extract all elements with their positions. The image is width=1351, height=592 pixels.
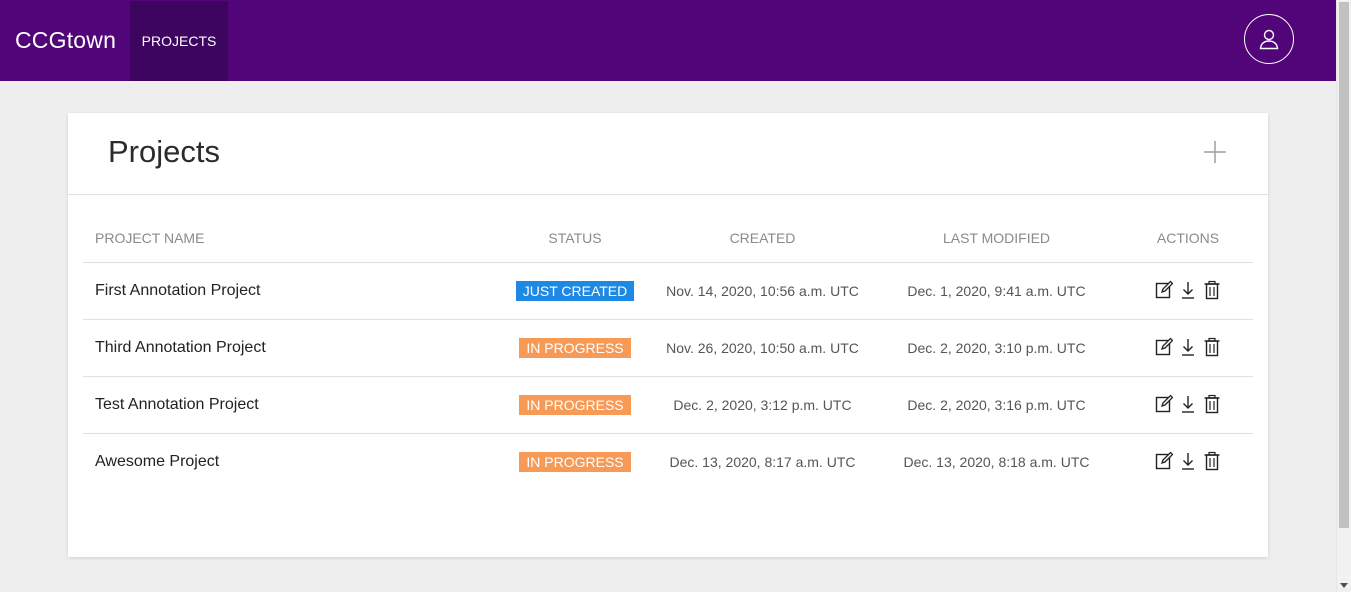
table-row: Awesome Project IN PROGRESS Dec. 13, 202…: [83, 434, 1253, 491]
table-row: Test Annotation Project IN PROGRESS Dec.…: [83, 376, 1253, 434]
actions-cell: [1123, 319, 1253, 377]
status-cell: IN PROGRESS: [495, 376, 655, 434]
download-icon[interactable]: [1179, 451, 1197, 471]
table-row: Third Annotation Project IN PROGRESS Nov…: [83, 319, 1253, 377]
edit-icon[interactable]: [1155, 280, 1173, 300]
user-menu-button[interactable]: [1244, 14, 1294, 64]
status-cell: JUST CREATED: [495, 262, 655, 320]
created-date: Dec. 2, 2020, 3:12 p.m. UTC: [655, 376, 870, 434]
trash-icon[interactable]: [1203, 394, 1221, 414]
last-modified-date: Dec. 13, 2020, 8:18 a.m. UTC: [903, 454, 1090, 470]
projects-card: Projects PROJECT NAME STATUS CREATED LAS…: [68, 113, 1268, 557]
card-header: Projects: [68, 113, 1268, 195]
last-modified-date: Dec. 1, 2020, 9:41 a.m. UTC: [870, 262, 1123, 320]
status-badge: JUST CREATED: [515, 281, 635, 301]
page-scrollbar[interactable]: [1336, 0, 1351, 592]
top-app-bar: CCGtown PROJECTS: [0, 0, 1336, 81]
user-icon: [1259, 29, 1279, 50]
created-date: Dec. 13, 2020, 8:17 a.m. UTC: [669, 454, 856, 470]
status-cell: IN PROGRESS: [495, 319, 655, 377]
column-header-project-name: PROJECT NAME: [83, 214, 495, 263]
column-header-status: STATUS: [495, 214, 655, 263]
project-name[interactable]: Awesome Project: [83, 434, 495, 491]
created-date: Nov. 26, 2020, 10:50 a.m. UTC: [655, 319, 870, 377]
edit-icon[interactable]: [1155, 394, 1173, 414]
edit-icon[interactable]: [1155, 451, 1173, 471]
trash-icon[interactable]: [1203, 337, 1221, 357]
status-badge: IN PROGRESS: [519, 395, 631, 415]
column-header-actions: ACTIONS: [1123, 214, 1253, 263]
nav-projects[interactable]: PROJECTS: [130, 0, 228, 81]
project-name[interactable]: Third Annotation Project: [83, 319, 495, 377]
scroll-down-arrow-icon[interactable]: [1340, 583, 1348, 588]
plus-icon: [1204, 141, 1226, 163]
download-icon[interactable]: [1179, 337, 1197, 357]
project-name[interactable]: Test Annotation Project: [83, 376, 495, 434]
actions-cell: [1123, 262, 1253, 320]
status-badge: IN PROGRESS: [519, 452, 631, 472]
actions-cell: [1123, 376, 1253, 434]
brand-logo[interactable]: CCGtown: [15, 27, 130, 54]
projects-table: PROJECT NAME STATUS CREATED LAST MODIFIE…: [83, 214, 1253, 490]
project-name[interactable]: First Annotation Project: [83, 262, 495, 320]
download-icon[interactable]: [1179, 280, 1197, 300]
column-header-last-modified: LAST MODIFIED: [870, 214, 1123, 263]
created-date: Nov. 14, 2020, 10:56 a.m. UTC: [655, 262, 870, 320]
edit-icon[interactable]: [1155, 337, 1173, 357]
status-badge: IN PROGRESS: [519, 338, 631, 358]
last-modified-date: Dec. 2, 2020, 3:10 p.m. UTC: [870, 319, 1123, 377]
status-cell: IN PROGRESS: [495, 434, 655, 491]
page-title: Projects: [108, 134, 220, 169]
trash-icon[interactable]: [1203, 451, 1221, 471]
last-modified-date: Dec. 2, 2020, 3:16 p.m. UTC: [870, 376, 1123, 434]
trash-icon[interactable]: [1203, 280, 1221, 300]
actions-cell: [1123, 434, 1253, 491]
table-header-row: PROJECT NAME STATUS CREATED LAST MODIFIE…: [83, 214, 1253, 263]
scrollbar-thumb[interactable]: [1339, 2, 1349, 528]
add-project-button[interactable]: [1202, 139, 1228, 165]
download-icon[interactable]: [1179, 394, 1197, 414]
column-header-created: CREATED: [655, 214, 870, 263]
table-row: First Annotation Project JUST CREATED No…: [83, 262, 1253, 320]
